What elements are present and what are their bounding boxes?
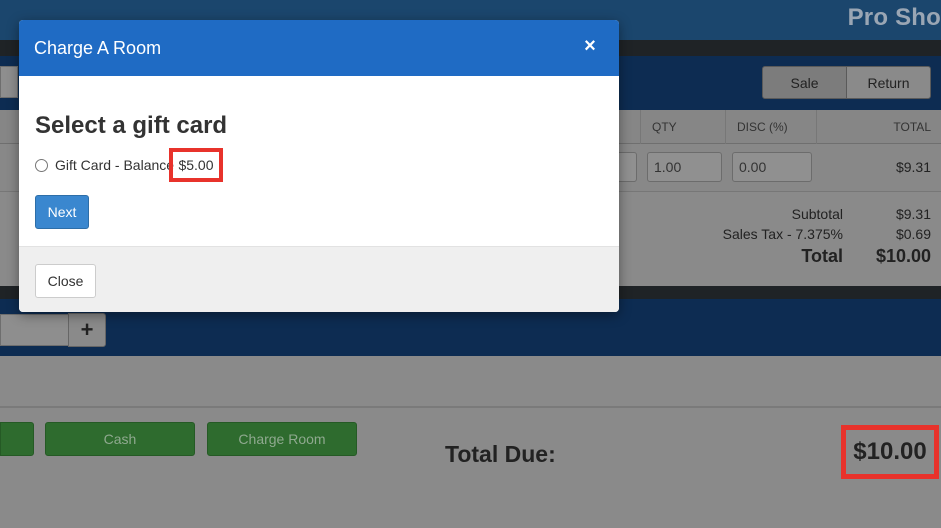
sale-toggle-button[interactable]: Sale [762,66,847,99]
gift-card-option-label[interactable]: Gift Card - Balance [55,157,174,173]
sales-tax-label: Sales Tax - 7.375% [722,226,843,242]
add-item-button[interactable]: + [68,313,106,347]
column-header-disc: DISC (%) [737,120,788,134]
payment-button[interactable] [0,422,34,456]
sales-tax-value: $0.69 [895,226,931,242]
cash-button[interactable]: Cash [45,422,195,456]
payment-divider [0,406,941,408]
subtotal-label: Subtotal [791,206,843,222]
modal-title: Charge A Room [34,38,162,58]
subtotal-value: $9.31 [895,206,931,222]
modal-header: Charge A Room × [19,20,619,76]
total-due-label: Total Due: [445,441,556,467]
next-button[interactable]: Next [35,195,89,229]
total-label: Total [801,246,843,266]
total-value: $10.00 [875,246,931,266]
modal-heading: Select a gift card [35,112,228,139]
charge-room-button[interactable]: Charge Room [207,422,357,456]
discount-input[interactable]: 0.00 [732,152,812,182]
gift-card-balance: $5.00 [169,148,223,182]
add-item-input[interactable] [0,314,70,346]
charge-room-modal: Charge A Room × Select a gift card Gift … [19,20,619,312]
total-due-value: $10.00 [841,425,939,479]
column-header-qty: QTY [652,120,677,134]
line-total: $9.31 [895,159,931,175]
qty-input[interactable]: 1.00 [647,152,722,182]
column-header-total: TOTAL [893,120,931,134]
app-title: Pro Sho [847,4,941,31]
column-divider [816,110,817,144]
close-button[interactable]: Close [35,264,96,298]
column-divider [725,110,726,144]
close-icon[interactable]: × [581,35,599,57]
modal-footer: Close [19,246,619,312]
item-search-input[interactable] [0,66,18,98]
modal-body: Select a gift card Gift Card - Balance $… [19,76,619,246]
gift-card-radio[interactable] [35,159,48,172]
return-toggle-button[interactable]: Return [846,66,931,99]
column-divider [640,110,641,144]
